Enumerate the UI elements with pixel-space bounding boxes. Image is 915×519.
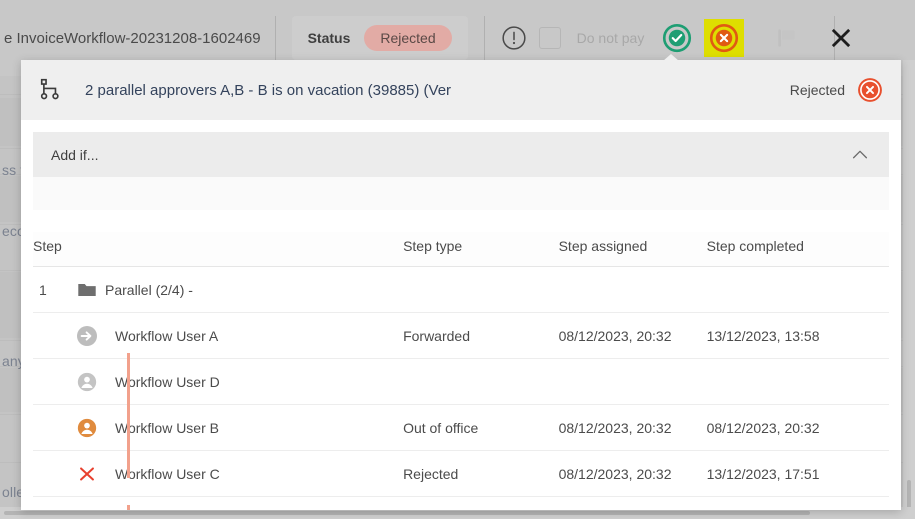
- step-type: Out of office: [403, 405, 559, 451]
- rejected-circle-icon: [857, 77, 883, 103]
- do-not-pay-label: Do not pay: [577, 30, 645, 46]
- popover-body: Add if... Step Step type Step assigned S…: [21, 120, 901, 497]
- step-type: [403, 359, 559, 405]
- step-label: Workflow User A: [105, 328, 218, 344]
- step-assigned: 08/12/2023, 20:32: [559, 405, 707, 451]
- toolbar-divider: [275, 16, 276, 60]
- column-header-step-assigned[interactable]: Step assigned: [559, 232, 707, 267]
- person-circle-icon: [69, 417, 105, 439]
- step-type: [403, 267, 559, 313]
- popover-header: 2 parallel approvers A,B - B is on vacat…: [21, 60, 901, 120]
- step-completed: [707, 267, 889, 313]
- background-vertical-scrollbar[interactable]: [903, 60, 915, 519]
- workflow-connector-line: [127, 400, 130, 445]
- table-row[interactable]: 1 Parallel (2/4) -: [33, 267, 889, 313]
- screen-root: ss t ecor any oller e InvoiceWorkflow-20…: [0, 0, 915, 519]
- status-badge: Rejected: [364, 25, 451, 51]
- workflow-branch-icon: [39, 77, 65, 103]
- x-circle-icon: [709, 23, 739, 53]
- close-button[interactable]: [825, 22, 857, 54]
- chevron-up-icon[interactable]: [849, 144, 871, 166]
- table-header-row: Step Step type Step assigned Step comple…: [33, 232, 889, 267]
- folder-icon: [69, 279, 105, 301]
- step-type: Rejected: [403, 451, 559, 497]
- workflow-details-popover: 2 parallel approvers A,B - B is on vacat…: [21, 60, 901, 510]
- step-completed: 08/12/2023, 20:32: [707, 405, 889, 451]
- column-header-step[interactable]: Step: [33, 232, 403, 267]
- column-header-step-type[interactable]: Step type: [403, 232, 559, 267]
- document-title: e InvoiceWorkflow-20231208-1602469: [4, 30, 261, 47]
- step-label: Parallel (2/4) -: [105, 282, 193, 298]
- popover-status-text: Rejected: [790, 82, 845, 98]
- step-label: Workflow User B: [105, 420, 219, 436]
- table-row[interactable]: Workflow User C Rejected 08/12/2023, 20:…: [33, 451, 889, 497]
- workflow-connector-line: [127, 445, 130, 478]
- column-header-step-completed[interactable]: Step completed: [707, 232, 889, 267]
- reject-button[interactable]: [704, 19, 744, 57]
- table-row[interactable]: Workflow User B Out of office 08/12/2023…: [33, 405, 889, 451]
- step-completed: 13/12/2023, 17:51: [707, 451, 889, 497]
- add-if-section-header[interactable]: Add if...: [33, 132, 889, 177]
- x-mark-icon: [69, 463, 105, 485]
- step-label: Workflow User D: [105, 374, 220, 390]
- approve-button[interactable]: [662, 23, 692, 53]
- step-type: Forwarded: [403, 313, 559, 359]
- step-number: 1: [39, 282, 69, 298]
- workflow-connector-line: [127, 505, 130, 510]
- status-group: Status Rejected: [292, 16, 468, 60]
- step-label: Workflow User C: [105, 466, 220, 482]
- status-label: Status: [308, 30, 351, 46]
- step-assigned: 08/12/2023, 20:32: [559, 451, 707, 497]
- workflow-steps-table: Step Step type Step assigned Step comple…: [33, 232, 889, 497]
- step-completed: 13/12/2023, 13:58: [707, 313, 889, 359]
- step-assigned: [559, 359, 707, 405]
- popover-pointer: [655, 54, 687, 68]
- exclamation-circle-icon[interactable]: [501, 25, 527, 51]
- flag-icon[interactable]: [774, 25, 800, 51]
- popover-title: 2 parallel approvers A,B - B is on vacat…: [85, 82, 451, 99]
- step-assigned: [559, 267, 707, 313]
- step-assigned: 08/12/2023, 20:32: [559, 313, 707, 359]
- forward-arrow-circle-icon: [69, 324, 105, 348]
- add-if-section-body: [33, 177, 889, 210]
- table-row[interactable]: Workflow User D: [33, 359, 889, 405]
- add-if-label: Add if...: [51, 147, 98, 163]
- table-row[interactable]: Workflow User A Forwarded 08/12/2023, 20…: [33, 313, 889, 359]
- popover-status-group: Rejected: [790, 77, 883, 103]
- do-not-pay-checkbox[interactable]: [539, 27, 561, 49]
- person-circle-icon: [69, 371, 105, 393]
- step-completed: [707, 359, 889, 405]
- workflow-connector-line: [127, 353, 130, 400]
